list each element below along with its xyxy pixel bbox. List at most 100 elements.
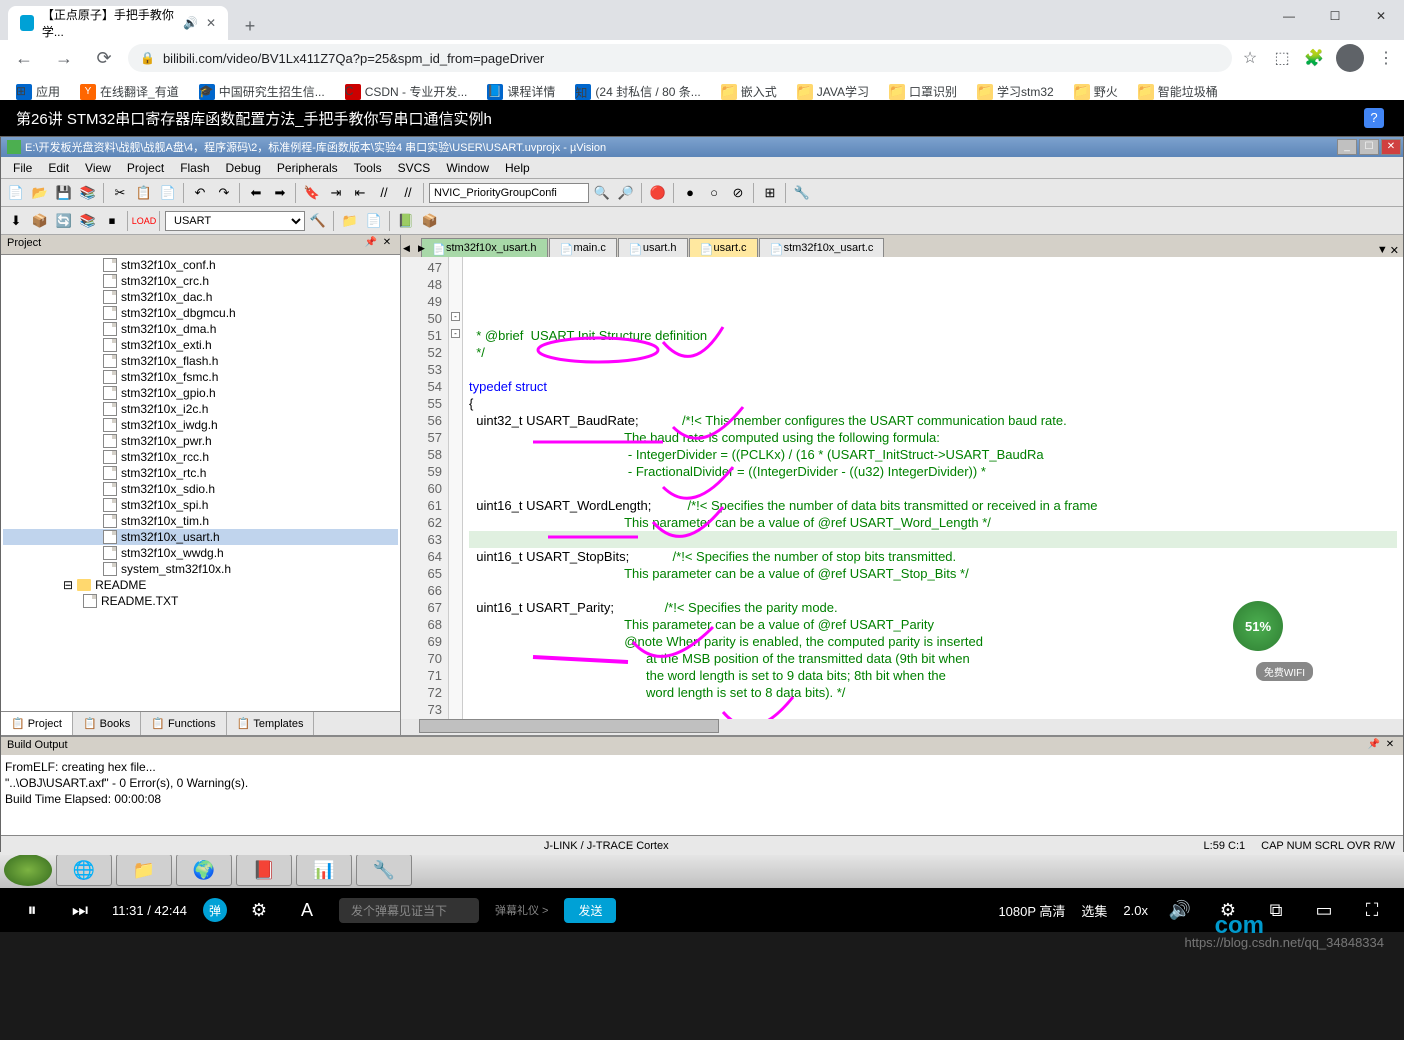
nav-back-icon[interactable]: ⬅ [245,182,267,204]
scroll-thumb[interactable] [419,719,719,733]
new-tab-button[interactable]: + [236,12,264,40]
project-tab-project[interactable]: 📋Project [1,712,73,735]
bookmark-item[interactable]: 📁嵌入式 [713,79,785,104]
taskbar-explorer[interactable]: 📁 [116,854,172,886]
cut-icon[interactable]: ✂ [109,182,131,204]
menu-window[interactable]: Window [438,159,497,177]
tree-file-item[interactable]: stm32f10x_tim.h [3,513,398,529]
editor-tab[interactable]: 📄usart.c [689,238,758,257]
menu-peripherals[interactable]: Peripherals [269,159,346,177]
menu-help[interactable]: Help [497,159,538,177]
danmu-input[interactable]: 发个弹幕见证当下 [339,898,479,923]
speed-selector[interactable]: 2.0x [1123,903,1148,918]
tab-next-icon[interactable]: ▶ [418,243,432,257]
bookmark-item[interactable]: 知(24 封私信 / 80 条... [567,79,708,104]
tree-file-item[interactable]: stm32f10x_dac.h [3,289,398,305]
theater-icon[interactable]: ▭ [1308,894,1340,926]
redo-icon[interactable]: ↷ [213,182,235,204]
tree-file-item[interactable]: stm32f10x_dbgmcu.h [3,305,398,321]
build-pin-icon[interactable]: 📌 [1367,739,1381,753]
send-button[interactable]: 发送 [564,898,616,923]
menu-flash[interactable]: Flash [172,159,217,177]
star-icon[interactable]: ☆ [1240,48,1260,68]
tab-close-icon[interactable]: ✕ [206,16,216,30]
find-in-files-icon[interactable]: 🔎 [615,182,637,204]
debug-icon[interactable]: 🔴 [647,182,669,204]
tree-file-item[interactable]: stm32f10x_spi.h [3,497,398,513]
panel-close-icon[interactable]: ✕ [380,237,394,251]
disable-bp-icon[interactable]: ○ [703,182,725,204]
bookmark-item[interactable]: 📁野火 [1066,79,1126,104]
tree-file-item[interactable]: stm32f10x_iwdg.h [3,417,398,433]
menu-debug[interactable]: Debug [218,159,269,177]
extension-icon[interactable]: ⬚ [1272,48,1292,68]
tree-file-item[interactable]: stm32f10x_dma.h [3,321,398,337]
file-ext-icon[interactable]: 📄 [363,210,385,232]
volume-icon[interactable]: 🔊 [1164,894,1196,926]
target-options-icon[interactable]: 🔨 [307,210,329,232]
taskbar-app-1[interactable]: 🌐 [56,854,112,886]
tree-file-item[interactable]: stm32f10x_usart.h [3,529,398,545]
browser-tab[interactable]: 【正点原子】手把手教你学... 🔊 ✕ [8,6,228,40]
editor-tab[interactable]: 📄stm32f10x_usart.c [759,238,885,257]
menu-tools[interactable]: Tools [346,159,390,177]
taskbar-pdf[interactable]: 📕 [236,854,292,886]
find-combo[interactable] [429,183,589,203]
fold-column[interactable]: --- [449,257,463,719]
tree-file-item[interactable]: stm32f10x_exti.h [3,337,398,353]
books-icon[interactable]: 📗 [395,210,417,232]
project-tab-templates[interactable]: 📋Templates [227,712,315,735]
bookmark-icon[interactable]: 🔖 [301,182,323,204]
batch-build-icon[interactable]: 📚 [77,210,99,232]
menu-view[interactable]: View [77,159,119,177]
next-button[interactable]: ⏭ [64,894,96,926]
copy-icon[interactable]: 📋 [133,182,155,204]
font-icon[interactable]: A [291,894,323,926]
quality-selector[interactable]: 1080P 高清 [998,901,1065,920]
tree-file-item[interactable]: stm32f10x_wwdg.h [3,545,398,561]
panel-pin-icon[interactable]: 📌 [364,237,378,251]
maximize-button[interactable]: ☐ [1312,0,1358,32]
editor-tab[interactable]: 📄main.c [549,238,617,257]
save-icon[interactable]: 💾 [53,182,75,204]
bookmark-item[interactable]: 📁智能垃圾桶 [1130,79,1226,104]
comment-icon[interactable]: // [373,182,395,204]
open-file-icon[interactable]: 📂 [29,182,51,204]
manage-icon[interactable]: 📁 [339,210,361,232]
bookmark-item[interactable]: 🎓中国研究生招生信... [191,79,333,104]
wifi-badge[interactable]: 免费WIFI [1256,662,1313,681]
menu-svcs[interactable]: SVCS [390,159,439,177]
tree-file-item[interactable]: stm32f10x_fsmc.h [3,369,398,385]
uncomment-icon[interactable]: // [397,182,419,204]
project-tree[interactable]: stm32f10x_conf.hstm32f10x_crc.hstm32f10x… [1,255,400,711]
build-icon[interactable]: 📦 [29,210,51,232]
download-icon[interactable]: LOAD [133,210,155,232]
pip-icon[interactable]: ⧉ [1260,894,1292,926]
start-button[interactable] [4,854,52,886]
project-tab-books[interactable]: 📋Books [73,712,141,735]
breakpoint-icon[interactable]: ● [679,182,701,204]
window-icon[interactable]: ⊞ [759,182,781,204]
help-badge[interactable]: ? [1364,108,1384,128]
taskbar-ie[interactable]: 🌍 [176,854,232,886]
close-button[interactable]: ✕ [1358,0,1404,32]
target-select[interactable]: USART [165,211,305,231]
tree-folder-readme[interactable]: ⊟README [3,577,398,593]
danmu-settings-icon[interactable]: ⚙ [243,894,275,926]
editor-dropdown-icon[interactable]: ▼ [1377,244,1388,257]
uvision-maximize[interactable]: ☐ [1359,139,1379,155]
play-pause-button[interactable]: ⏸ [16,894,48,926]
tree-file-item[interactable]: stm32f10x_pwr.h [3,433,398,449]
progress-badge[interactable]: 51% [1233,601,1283,651]
minimize-button[interactable]: — [1266,0,1312,32]
bookmark-item[interactable]: 📘课程详情 [479,79,563,104]
danmu-toggle[interactable]: 弹 [203,898,227,922]
tree-file-item[interactable]: stm32f10x_i2c.h [3,401,398,417]
find-icon[interactable]: 🔍 [591,182,613,204]
danmu-etiquette[interactable]: 弹幕礼仪 > [495,902,548,918]
tree-file-item[interactable]: stm32f10x_flash.h [3,353,398,369]
editor-tab[interactable]: 📄stm32f10x_usart.h [421,238,548,257]
bookmark-item[interactable]: ⊞应用 [8,79,68,104]
stop-build-icon[interactable]: ⏹ [101,210,123,232]
taskbar-uvision[interactable]: 🔧 [356,854,412,886]
